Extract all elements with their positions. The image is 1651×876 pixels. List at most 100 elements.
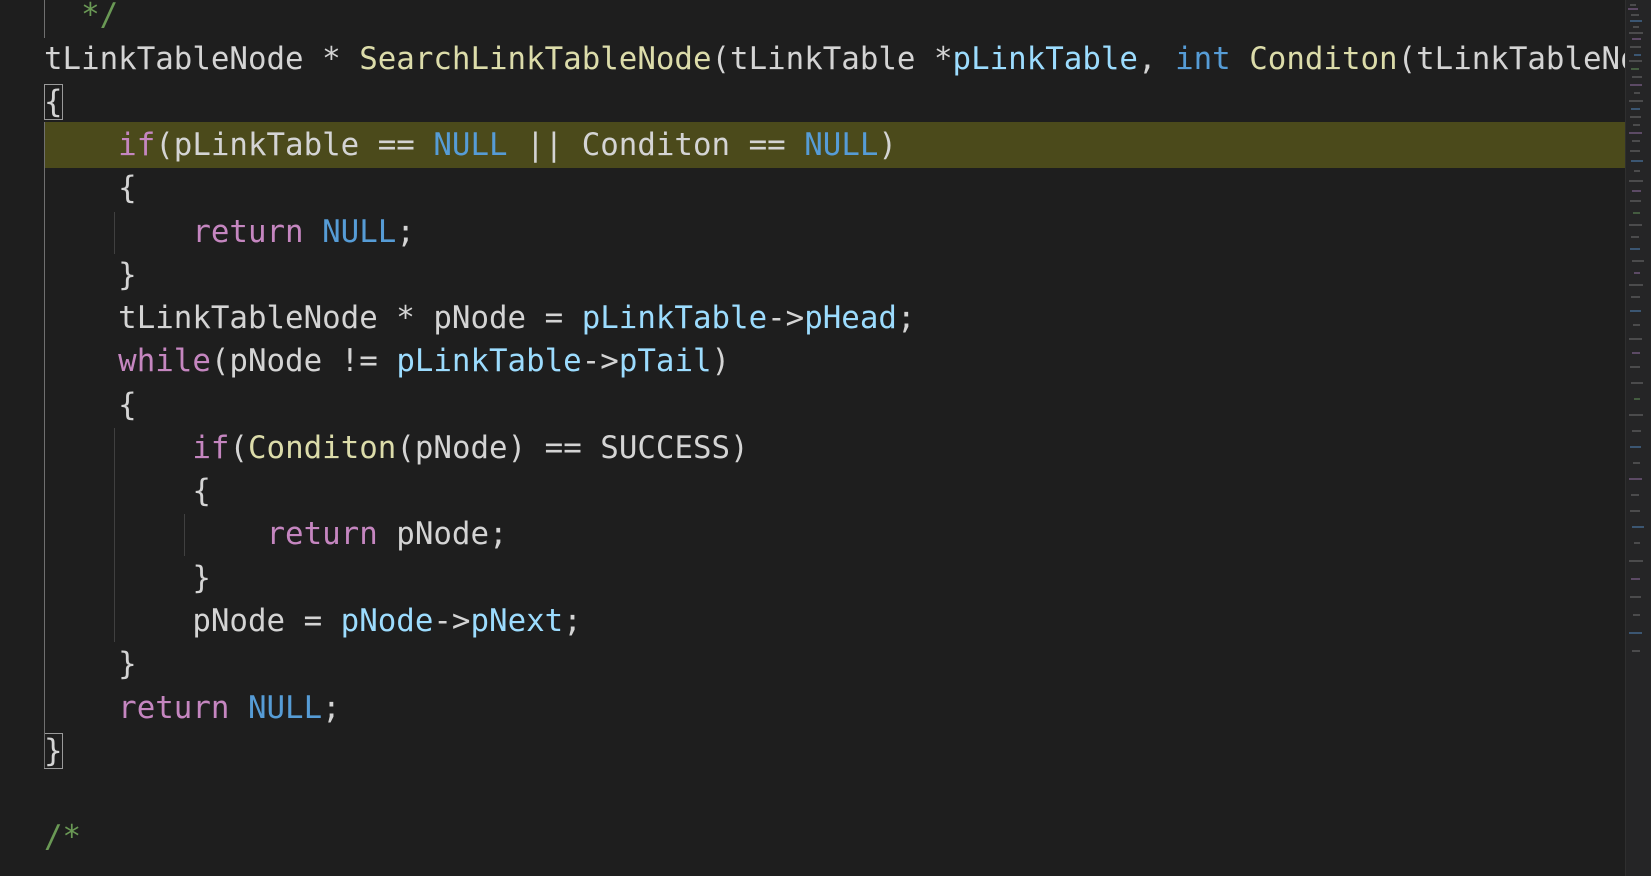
minimap-line — [1630, 596, 1641, 598]
minimap-line — [1631, 68, 1639, 70]
minimap[interactable] — [1625, 0, 1651, 876]
minimap-line — [1629, 338, 1642, 340]
minimap-line — [1631, 108, 1640, 110]
code-token: ) — [711, 343, 731, 379]
code-token: pTail — [618, 343, 712, 379]
minimap-line — [1633, 26, 1639, 28]
code-line[interactable]: { — [0, 79, 63, 125]
code-line[interactable]: return NULL; — [0, 685, 341, 731]
code-token: return — [266, 516, 378, 552]
minimap-line — [1634, 54, 1641, 56]
code-line[interactable]: } — [0, 641, 137, 687]
code-token: ; — [396, 214, 415, 250]
matched-bracket: { — [44, 84, 63, 120]
code-token: pNext — [470, 603, 564, 639]
minimap-line — [1634, 92, 1640, 94]
minimap-line — [1630, 248, 1640, 250]
code-token: (pLinkTable == — [155, 127, 434, 163]
code-token: NULL — [322, 214, 397, 250]
code-line[interactable]: { — [0, 165, 137, 211]
code-token: pLinkTable — [396, 343, 582, 379]
indent-guide — [184, 514, 185, 556]
code-token: ; — [563, 603, 582, 639]
code-line[interactable]: return pNode; — [0, 511, 508, 557]
minimap-line — [1634, 542, 1640, 544]
code-line[interactable]: } — [0, 252, 137, 298]
minimap-line — [1629, 284, 1643, 286]
code-line-current[interactable]: if(pLinkTable == NULL || Conditon == NUL… — [44, 122, 1625, 168]
code-line[interactable]: tLinkTableNode * pNode = pLinkTable->pHe… — [0, 295, 915, 341]
minimap-line — [1629, 180, 1643, 182]
code-line[interactable]: { — [0, 382, 137, 428]
minimap-line — [1629, 132, 1642, 134]
minimap-line — [1634, 170, 1640, 172]
code-token: return — [118, 690, 230, 726]
minimap-line — [1631, 494, 1639, 496]
code-token: { — [44, 473, 211, 509]
code-line[interactable]: */ — [0, 0, 118, 38]
code-token: pNode; — [377, 516, 508, 552]
code-token: ( — [229, 430, 248, 466]
minimap-line — [1632, 260, 1644, 262]
minimap-line — [1630, 366, 1640, 368]
indent-guide — [44, 122, 45, 768]
code-token: ; — [896, 300, 916, 336]
code-token: */ — [44, 0, 119, 33]
minimap-line — [1629, 632, 1642, 634]
code-token: tLinkTableNode * — [44, 41, 360, 77]
code-line[interactable]: { — [0, 468, 211, 514]
code-line[interactable]: pNode = pNode->pNext; — [0, 598, 582, 644]
minimap-line — [1631, 296, 1640, 298]
code-token: NULL — [804, 127, 879, 163]
code-token: } — [44, 257, 137, 293]
code-token: (pNode != — [210, 343, 397, 379]
code-token: pLinkTable — [952, 41, 1138, 77]
minimap-line — [1629, 60, 1642, 62]
code-line[interactable]: tLinkTableNode * SearchLinkTableNode(tLi… — [0, 36, 1625, 82]
indent-guide — [114, 428, 115, 642]
code-line[interactable]: while(pNode != pLinkTable->pTail) — [0, 338, 730, 384]
minimap-line — [1632, 430, 1641, 432]
code-token: (tLinkTableNode — [1397, 41, 1625, 77]
code-line[interactable] — [0, 771, 44, 817]
code-line[interactable]: if(Conditon(pNode) == SUCCESS) — [0, 425, 749, 471]
indent-guide — [114, 212, 115, 254]
code-token: (pNode) == SUCCESS) — [396, 430, 749, 466]
code-token: pNode — [340, 603, 434, 639]
minimap-line — [1634, 398, 1640, 400]
code-line[interactable]: } — [0, 728, 63, 774]
code-editor[interactable]: */tLinkTableNode * SearchLinkTableNode(t… — [0, 0, 1625, 876]
minimap-line — [1633, 324, 1640, 326]
code-token: pNode = — [44, 603, 341, 639]
minimap-line — [1631, 382, 1643, 384]
code-token: } — [44, 646, 137, 682]
code-token: { — [44, 387, 137, 423]
minimap-line — [1631, 160, 1643, 162]
code-token: while — [118, 343, 211, 379]
code-token: tLinkTableNode * pNode = — [44, 300, 582, 336]
code-token: ) — [878, 127, 897, 163]
minimap-line — [1630, 510, 1640, 512]
code-line[interactable]: /* — [0, 814, 81, 860]
minimap-line — [1632, 352, 1640, 354]
minimap-line — [1632, 650, 1640, 652]
code-token: } — [44, 560, 211, 596]
code-token: int — [1175, 41, 1231, 77]
minimap-line — [1631, 14, 1639, 16]
minimap-line — [1629, 100, 1643, 102]
minimap-line — [1630, 310, 1641, 312]
code-token: ; — [322, 690, 341, 726]
minimap-line — [1632, 76, 1642, 78]
code-line[interactable]: } — [0, 555, 211, 601]
minimap-line — [1629, 414, 1643, 416]
code-token: -> — [581, 343, 619, 379]
code-line[interactable]: return NULL; — [0, 209, 415, 255]
minimap-line — [1632, 526, 1644, 528]
code-token: Conditon — [1249, 41, 1398, 77]
minimap-line — [1630, 446, 1641, 448]
